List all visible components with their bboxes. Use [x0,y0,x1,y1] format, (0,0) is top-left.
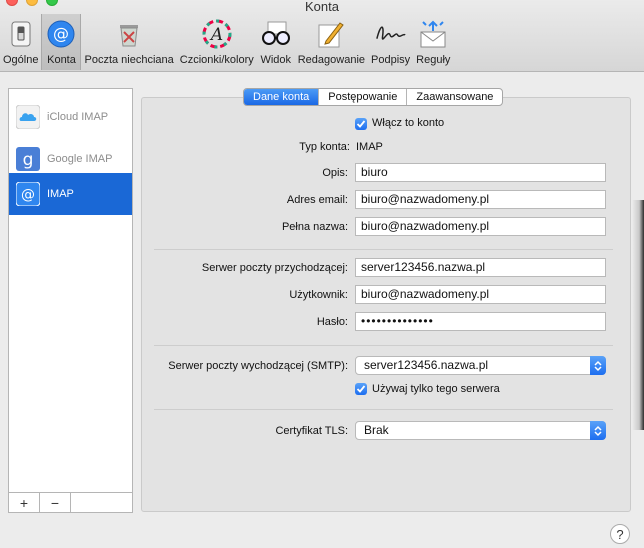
toolbar-item-rules[interactable]: Reguły [413,14,453,70]
svg-text:A: A [209,25,223,45]
account-type-label: Typ konta: [299,141,350,153]
tls-certificate-select[interactable]: Brak [355,421,606,440]
smtp-server-label: Serwer poczty wychodzącej (SMTP): [168,360,348,372]
tls-certificate-value: Brak [364,423,389,437]
junk-trash-icon [113,18,145,50]
at-icon: @ [16,182,40,206]
toolbar: Ogólne @ Konta Poczta niechciana A Czcio… [0,14,453,70]
toolbar-label: Ogólne [3,54,39,66]
smtp-server-value: server123456.nazwa.pl [364,358,489,372]
email-label: Adres email: [286,194,348,206]
icloud-icon [16,105,40,129]
enable-account-checkbox[interactable] [355,118,367,130]
toolbar-label: Konta [47,54,76,66]
password-label: Hasło: [316,316,348,328]
toolbar-label: Reguły [416,54,451,66]
incoming-server-label: Serwer poczty przychodzącej: [201,262,348,274]
toolbar-label: Redagowanie [297,54,366,66]
toolbar-item-accounts[interactable]: @ Konta [41,14,82,70]
preferences-window: Konta Ogólne @ Konta Poczta niechciana A… [0,0,644,548]
only-this-server-checkbox[interactable] [355,383,367,395]
help-button[interactable]: ? [610,524,630,544]
title-bar: Konta Ogólne @ Konta Poczta niechciana A… [0,0,644,72]
account-settings-panel [141,97,631,512]
google-icon: g [16,147,40,171]
tls-certificate-label: Certyfikat TLS: [275,425,348,437]
checkmark-icon [356,385,366,393]
enable-account-label: Włącz to konto [372,117,445,129]
compose-pencil-icon [315,18,347,50]
checkmark-icon [356,120,366,128]
account-list-controls: + − [8,492,133,513]
only-this-server-label: Używaj tylko tego serwera [372,383,500,395]
username-label: Użytkownik: [289,289,348,301]
toolbar-label: Czcionki/kolory [179,54,254,66]
username-field[interactable]: biuro@nazwadomeny.pl [355,285,606,304]
toolbar-item-general[interactable]: Ogólne [0,14,41,70]
full-name-label: Pełna nazwa: [281,221,348,233]
tab-advanced[interactable]: Zaawansowane [407,89,502,105]
signature-icon [375,18,407,50]
account-label: IMAP [47,188,74,200]
smtp-server-select[interactable]: server123456.nazwa.pl [355,356,606,375]
account-type-value: IMAP [356,141,383,153]
svg-text:@: @ [21,187,35,203]
add-account-button[interactable]: + [9,493,40,512]
account-label: Google IMAP [47,153,113,165]
toolbar-item-compose[interactable]: Redagowanie [295,14,368,70]
chevron-updown-icon [590,356,606,375]
tab-behaviour[interactable]: Postępowanie [319,89,408,105]
accounts-list: iCloud IMAP g Google IMAP @ IMAP [8,88,133,512]
description-field[interactable]: biuro [355,163,606,182]
toolbar-label: Widok [260,54,292,66]
toolbar-label: Poczta niechciana [84,54,174,66]
full-name-field[interactable]: biuro@nazwadomeny.pl [355,217,606,236]
at-icon: @ [45,18,77,50]
font-color-icon: A [201,18,233,50]
toolbar-item-signatures[interactable]: Podpisy [368,14,413,70]
tab-account-info[interactable]: Dane konta [244,89,320,105]
chevron-updown-icon [590,421,606,440]
toolbar-item-fonts[interactable]: A Czcionki/kolory [177,14,257,70]
rules-envelope-icon [417,18,449,50]
account-item-imap[interactable]: @ IMAP [9,173,132,215]
svg-text:g: g [23,150,34,170]
window-title: Konta [305,0,339,14]
incoming-server-field[interactable]: server123456.nazwa.pl [355,258,606,277]
svg-text:@: @ [53,24,69,43]
description-label: Opis: [322,167,348,179]
toolbar-label: Podpisy [371,54,411,66]
password-field[interactable]: •••••••••••••• [355,312,606,331]
divider [154,249,613,250]
toolbar-item-view[interactable]: Widok [257,14,295,70]
account-item-icloud[interactable]: iCloud IMAP [9,96,132,138]
divider [154,345,613,346]
remove-account-button[interactable]: − [40,493,71,512]
toolbar-item-junk[interactable]: Poczta niechciana [81,14,176,70]
account-label: iCloud IMAP [47,111,109,123]
background-edge [632,200,644,430]
email-field[interactable]: biuro@nazwadomeny.pl [355,190,606,209]
settings-tabs: Dane konta Postępowanie Zaawansowane [243,88,504,106]
divider [154,409,613,410]
glasses-icon [260,18,292,50]
switch-icon [5,18,37,50]
